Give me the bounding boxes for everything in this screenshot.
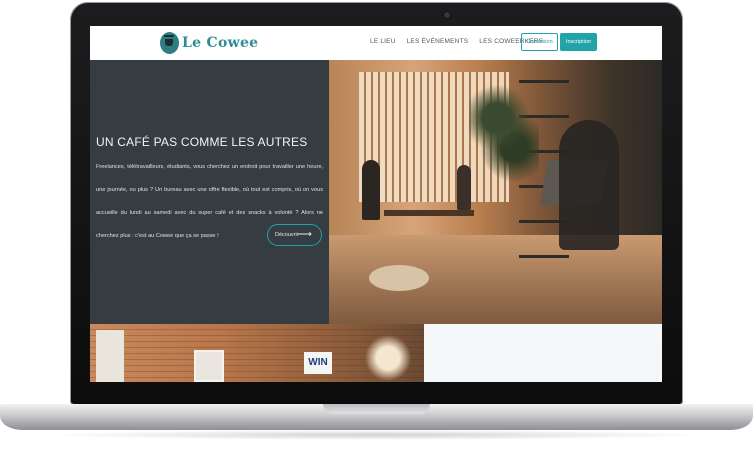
laptop-shadow: [40, 430, 713, 440]
logo-steam: [164, 35, 174, 37]
decouvrir-label: Découvrir: [275, 232, 299, 238]
coffee-cup-logo-icon[interactable]: [160, 32, 179, 54]
hero-panel: UN CAFÉ PAS COMME LES AUTRES Freelances,…: [90, 60, 329, 324]
photo-coffee-cup: [369, 265, 429, 291]
cafe-interior-photo: [329, 60, 662, 324]
photo-person-seated: [362, 160, 380, 220]
nav-link-le-lieu[interactable]: LE LIEU: [370, 38, 396, 45]
photo-plant: [469, 70, 539, 190]
photo-window-center: [194, 350, 224, 382]
nav-link-evenements[interactable]: LES ÉVÉNEMENTS: [407, 38, 469, 45]
photo-table: [384, 210, 474, 216]
inscription-button[interactable]: Inscription: [560, 33, 597, 51]
hero-title: UN CAFÉ PAS COMME LES AUTRES: [96, 135, 308, 149]
laptop-screen: Le Cowee LE LIEU LES ÉVÉNEMENTS LES COWE…: [90, 26, 662, 382]
photo-ceiling-light: [358, 334, 418, 382]
decouvrir-button[interactable]: Découvrir ⟶: [267, 224, 322, 246]
logo-text[interactable]: Le Cowee: [182, 35, 258, 51]
brick-wall-photo: WIN: [90, 324, 424, 382]
logo-cup: [165, 39, 173, 46]
photo-sign: WIN: [304, 352, 332, 374]
arrow-right-icon: ⟶: [297, 229, 312, 240]
navbar: Le Cowee LE LIEU LES ÉVÉNEMENTS LES COWE…: [90, 26, 662, 61]
photo-window-left: [96, 330, 124, 382]
blank-panel: [424, 324, 662, 382]
connexion-button[interactable]: Connexion: [521, 33, 558, 51]
laptop-notch: [323, 404, 430, 414]
webcam: [444, 12, 450, 18]
photo-person-foreground: [559, 120, 619, 250]
